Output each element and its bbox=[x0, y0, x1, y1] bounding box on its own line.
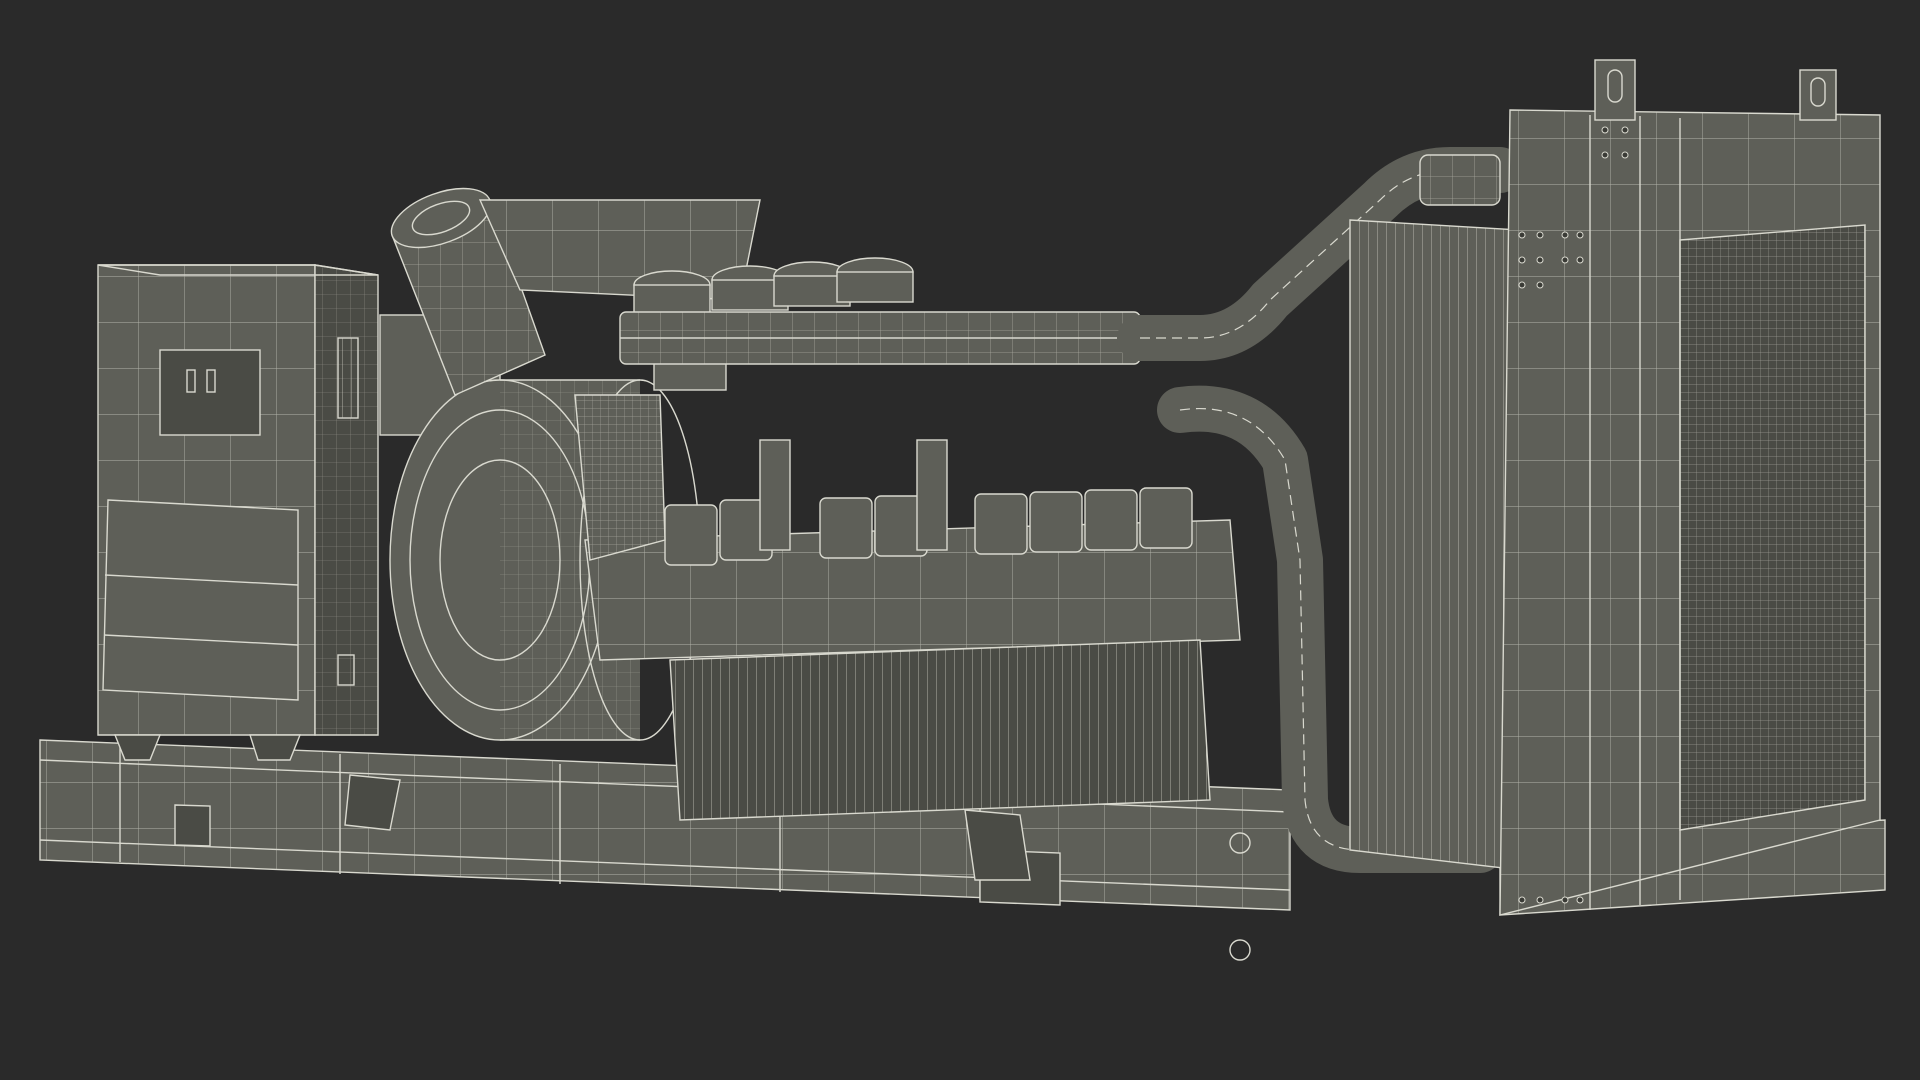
radiator-frame bbox=[1499, 59, 1881, 916]
control-panel-cabinet bbox=[97, 264, 379, 761]
exhaust-elbow-top bbox=[1419, 154, 1501, 206]
exhaust-manifold-pipe bbox=[619, 311, 1141, 365]
panel-access-cover bbox=[103, 500, 298, 700]
lifting-lug-left bbox=[1595, 60, 1635, 120]
radiator-core bbox=[1349, 219, 1521, 871]
render-viewport bbox=[0, 0, 1920, 1080]
generator-wireframe-render bbox=[0, 0, 1920, 1080]
